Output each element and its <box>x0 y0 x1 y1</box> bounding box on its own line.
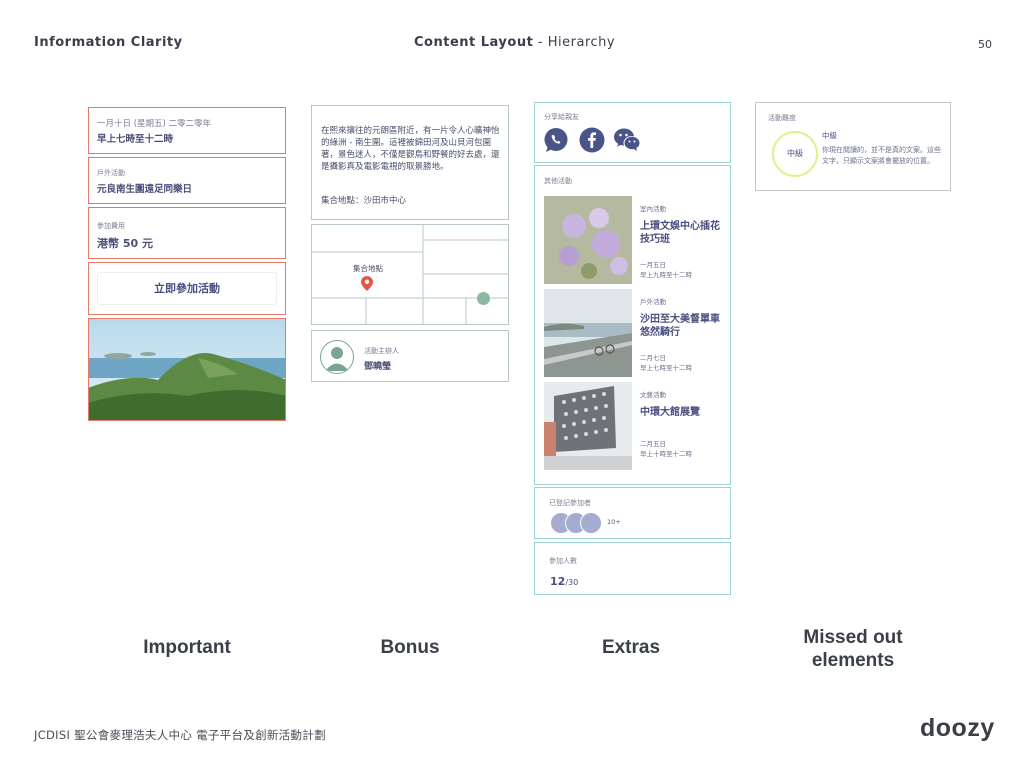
user-avatar-icon <box>320 340 354 374</box>
event-item-1[interactable]: 室內活動 上環文娛中心插花技巧班 一月五日 早上九時至十二時 <box>535 196 730 288</box>
host-name: 鄧曉瑩 <box>364 362 392 372</box>
event-1-photo <box>544 196 632 284</box>
category-extras: Extras <box>601 637 661 658</box>
participants-label: 參加人數 <box>549 557 577 565</box>
facebook-icon[interactable] <box>579 127 605 157</box>
difficulty-card: 活動難度 中級 中級 你現在閱讀的，並不是真的文案。這些文字，只顯示文案將會擺放… <box>755 102 951 191</box>
event-1-date: 一月五日 <box>640 261 666 269</box>
registered-card: 已登記參加者 10+ <box>534 487 731 539</box>
other-events-card: 其他活動 室內活動 上環文娛中心插花技巧班 一月五日 早上九時至十二時 戶外活動… <box>534 165 731 485</box>
host-card: 活動主辦人 鄧曉瑩 <box>311 330 509 382</box>
current-location-dot <box>477 292 490 305</box>
description-card: 在熙來攘往的元朗區附近，有一片令人心曠神怡的綠洲 - 南生圍。這裡被錦田河及山貝… <box>311 105 509 220</box>
footer-text: JCDISI 聖公會麥理浩夫人中心 電子平台及創新活動計劃 <box>34 728 326 742</box>
share-label: 分享給親友 <box>544 113 579 121</box>
fee-label: 參加費用 <box>97 222 125 230</box>
type-card: 戶外活動 元良南生圍遠足同樂日 <box>88 157 286 204</box>
page-number: 50 <box>978 38 992 51</box>
participant-avatar-3 <box>580 512 602 534</box>
date-card: 一月十日 (星期五) 二零二零年 早上七時至十二時 <box>88 107 286 154</box>
event-name: 元良南生圍遠足同樂日 <box>97 184 193 195</box>
event-2-tag: 戶外活動 <box>640 298 666 306</box>
difficulty-level-desc: 你現在閱讀的，並不是真的文案。這些文字，只顯示文案將會擺放的位置。 <box>822 146 941 165</box>
host-label: 活動主辦人 <box>364 347 399 355</box>
event-2-time: 早上七時至十二時 <box>640 364 692 372</box>
event-3-title: 中環大館展覽 <box>640 407 700 418</box>
event-1-time: 早上九時至十二時 <box>640 271 692 279</box>
event-3-tag: 文藝活動 <box>640 391 666 399</box>
event-3-photo <box>544 382 632 470</box>
header-center-sep: - <box>533 35 548 50</box>
participants-total: /30 <box>565 578 579 587</box>
whatsapp-icon[interactable] <box>543 127 569 157</box>
other-label: 其他活動 <box>544 177 572 185</box>
category-important: Important <box>143 637 231 658</box>
fee-card: 參加費用 港幣 50 元 <box>88 207 286 259</box>
event-1-title: 上環文娛中心插花技巧班 <box>640 221 720 245</box>
type-label: 戶外活動 <box>97 169 125 177</box>
date-line: 一月十日 (星期五) 二零二零年 <box>97 119 212 129</box>
event-3-time: 早上十時至十二時 <box>640 450 692 458</box>
difficulty-label: 活動難度 <box>768 114 796 122</box>
event-3-date: 二月五日 <box>640 440 666 448</box>
event-2-date: 二月七日 <box>640 354 666 362</box>
header-left-title: Information Clarity <box>34 35 183 50</box>
wechat-icon[interactable] <box>613 127 641 157</box>
description-text: 在熙來攘往的元朗區附近，有一片令人心曠神怡的綠洲 - 南生圍。這裡被錦田河及山貝… <box>321 126 500 172</box>
map-label: 集合地點 <box>353 264 383 273</box>
category-bonus: Bonus <box>380 637 440 658</box>
event-item-2[interactable]: 戶外活動 沙田至大美督單車悠然騎行 二月七日 早上七時至十二時 <box>535 289 730 381</box>
header-center-bold: Content Layout <box>414 35 534 50</box>
event-2-photo <box>544 289 632 377</box>
map-pin-icon[interactable] <box>361 276 373 295</box>
participants-current: 12 <box>550 575 566 588</box>
event-2-title: 沙田至大美督單車悠然騎行 <box>640 314 720 338</box>
event-item-3[interactable]: 文藝活動 中環大館展覽 二月五日 早上十時至十二時 <box>535 382 730 474</box>
hero-photo <box>88 318 286 421</box>
event-1-tag: 室內活動 <box>640 205 666 213</box>
registered-count: 10+ <box>607 518 621 526</box>
participants-count: 12/30 <box>550 570 578 589</box>
category-missed: Missed out elements <box>803 627 903 671</box>
doozy-logo: doozy <box>920 714 995 742</box>
fee-value: 港幣 50 元 <box>97 237 153 250</box>
join-card: 立即參加活動 <box>88 262 286 315</box>
registered-label: 已登記參加者 <box>549 499 591 507</box>
difficulty-level-circle: 中級 <box>772 131 818 177</box>
participants-card: 參加人數 12/30 <box>534 542 731 595</box>
join-button[interactable]: 立即參加活動 <box>97 272 277 305</box>
header-center-light: Hierarchy <box>547 35 616 50</box>
header-center-title: Content Layout - Hierarchy <box>414 35 615 50</box>
difficulty-level-title: 中級 <box>822 131 837 140</box>
map-card[interactable]: 集合地點 <box>311 224 509 325</box>
meet-point: 集合地點：沙田市中心 <box>321 196 407 206</box>
share-card: 分享給親友 <box>534 102 731 163</box>
time-line: 早上七時至十二時 <box>97 134 174 145</box>
